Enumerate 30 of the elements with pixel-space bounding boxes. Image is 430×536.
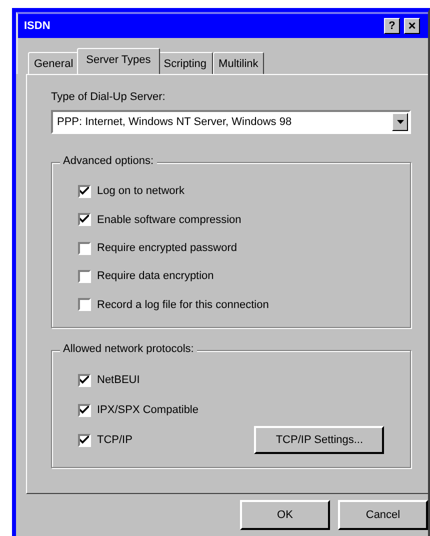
checkbox[interactable] — [78, 374, 91, 386]
checkbox[interactable] — [78, 404, 91, 416]
tab[interactable]: General — [28, 52, 80, 74]
field-label: Type of Dial-Up Server: — [51, 91, 166, 103]
checkbox[interactable] — [78, 434, 91, 446]
group-title: Allowed network protocols: — [60, 343, 197, 355]
checkbox[interactable] — [78, 242, 91, 255]
close-button[interactable]: × — [404, 18, 420, 34]
checkbox[interactable] — [78, 270, 91, 283]
help-button[interactable]: ? — [384, 18, 400, 34]
checkbox[interactable] — [78, 184, 91, 198]
checkbox-label: TCP/IP — [97, 434, 132, 446]
server-type-dropdown[interactable]: PPP: Internet, Windows NT Server, Windows 98 — [51, 110, 411, 134]
checkbox-label: Require encrypted password — [97, 242, 238, 254]
checkbox-label: IPX/SPX Compatible — [97, 404, 198, 416]
tab[interactable]: Multilink — [212, 52, 264, 74]
checkbox-label: Log on to network — [97, 185, 184, 198]
checkbox[interactable] — [78, 298, 91, 312]
window-title: ISDN — [24, 20, 50, 32]
tab[interactable]: Server Types — [77, 48, 160, 74]
group-title: Advanced options: — [60, 155, 157, 167]
checkbox-label: Require data encryption — [97, 270, 214, 282]
cancel-button[interactable]: Cancel — [338, 500, 428, 530]
settings-button[interactable]: TCP/IP Settings... — [254, 426, 384, 454]
ok-button[interactable]: OK — [240, 500, 330, 530]
checkbox[interactable] — [78, 213, 91, 226]
checkbox-label: NetBEUI — [97, 374, 140, 386]
checkbox-label: Enable software compression — [97, 214, 242, 226]
tab[interactable]: Scripting — [158, 52, 213, 74]
checkbox-label: Record a log file for this connection — [97, 298, 269, 311]
